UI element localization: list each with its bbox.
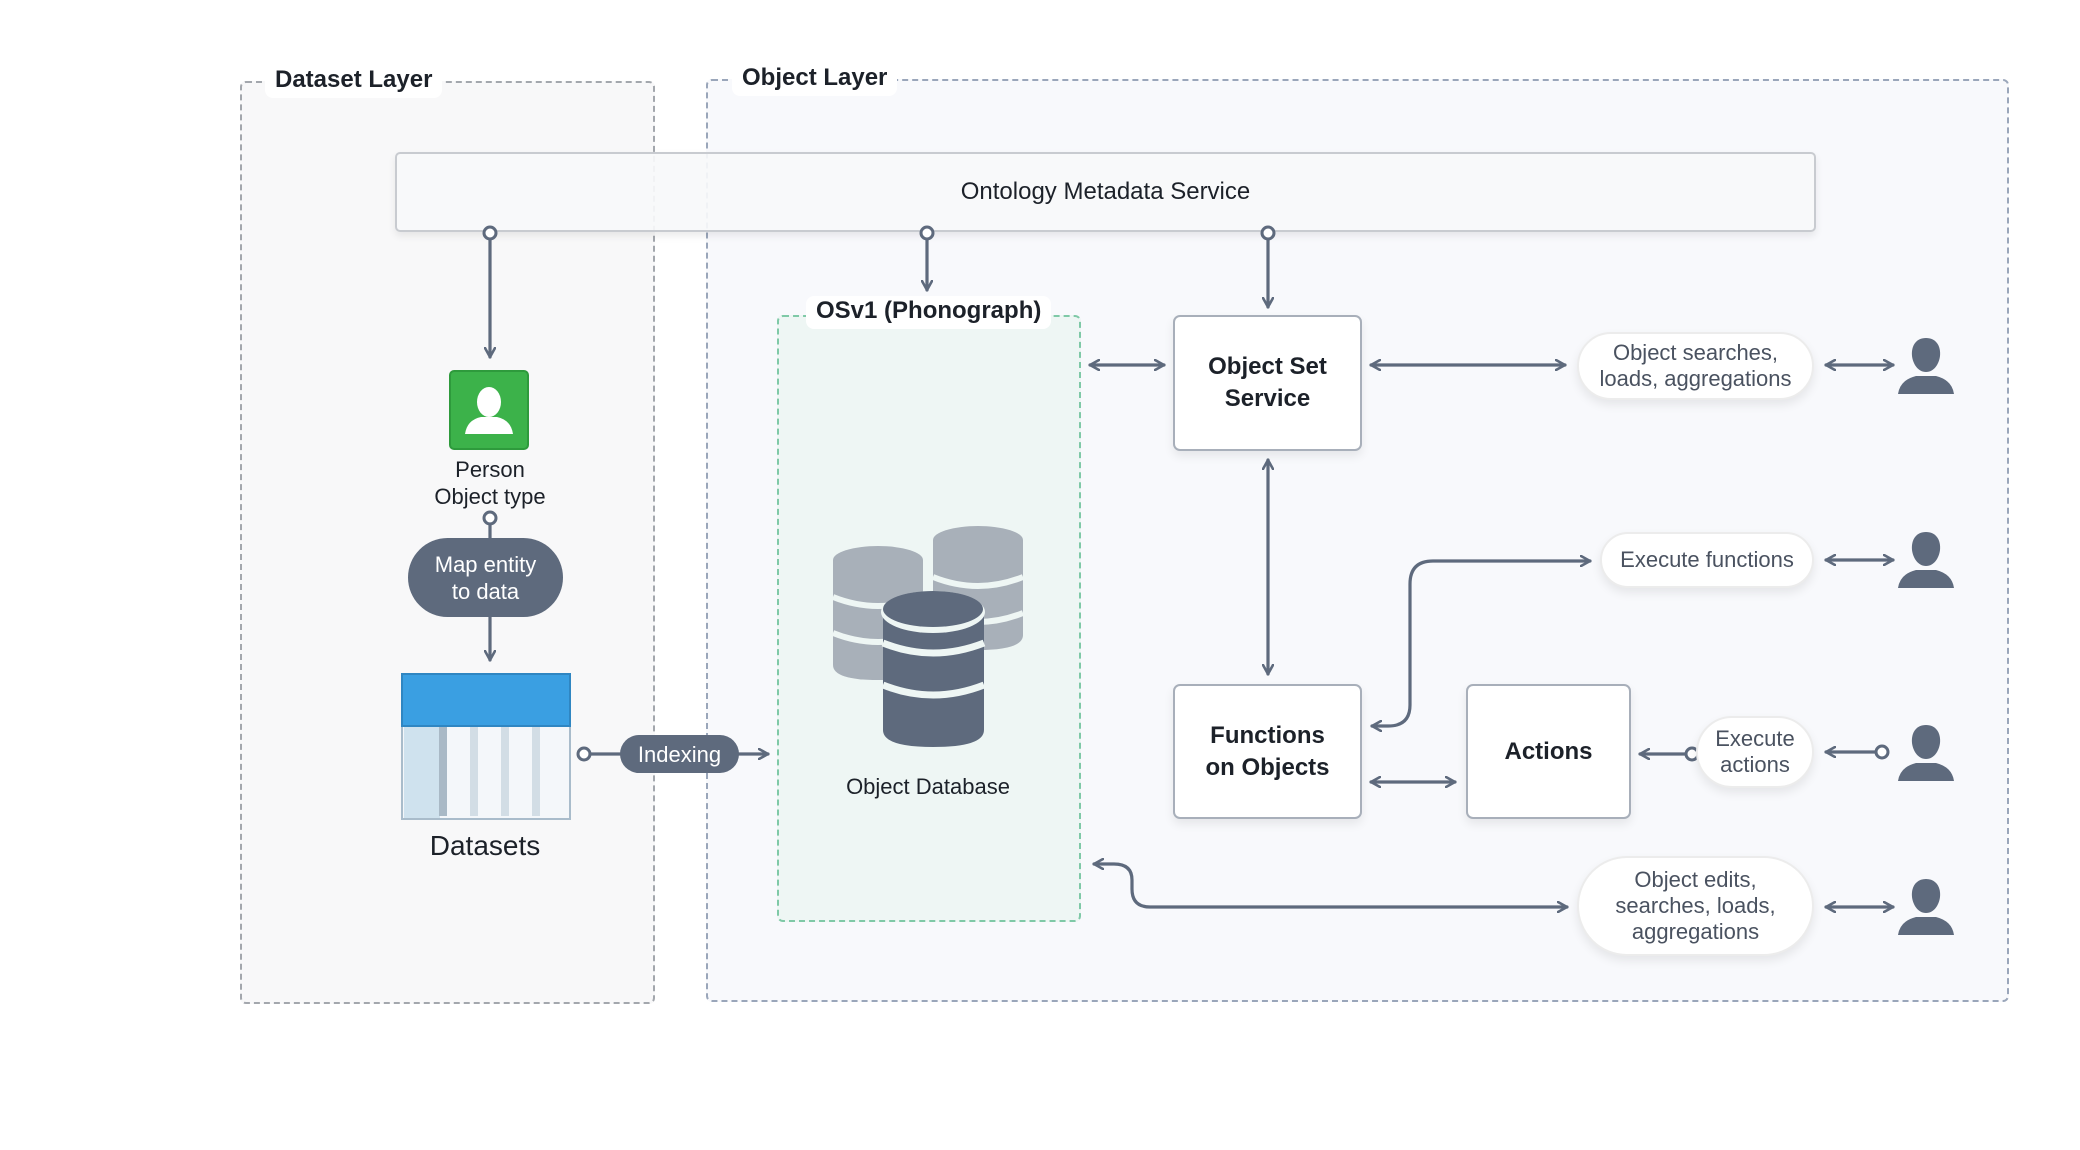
pill-line: Object searches, xyxy=(1612,340,1779,365)
pill-line: actions xyxy=(1720,752,1790,777)
user-operation-pill-searches[interactable]: Object searches, loads, aggregations xyxy=(1577,332,1814,400)
connector-origin-dot xyxy=(1260,225,1276,241)
pill-line: Execute functions xyxy=(1620,547,1794,572)
connector-origin-dot xyxy=(576,746,592,762)
user-operation-pill-execute-functions[interactable]: Execute functions xyxy=(1600,532,1814,588)
object-database-label: Object Database xyxy=(846,774,1010,799)
user-icon xyxy=(1898,879,1954,935)
map-entity-line1: Map entity xyxy=(434,551,537,577)
map-entity-pill[interactable]: Map entity to data xyxy=(408,538,563,617)
user-operation-pill-object-edits[interactable]: Object edits, searches, loads, aggregati… xyxy=(1577,856,1814,956)
connector-origin-dot xyxy=(482,510,498,526)
functions-on-objects-line1: Functions xyxy=(1210,721,1325,749)
connector-origin-dot xyxy=(919,225,935,241)
pill-line: Execute xyxy=(1715,726,1795,751)
person-object-type-line2: Object type xyxy=(434,484,546,509)
functions-on-objects-line2: on Objects xyxy=(1205,753,1330,781)
pill-line: aggregations xyxy=(1631,919,1760,944)
database-icon xyxy=(831,526,1025,747)
connector-origin-dot xyxy=(482,225,498,241)
datasets-label: Datasets xyxy=(429,830,541,861)
map-entity-line2: to data xyxy=(451,578,520,604)
pill-line: searches, loads, xyxy=(1615,893,1776,918)
person-object-type-icon[interactable] xyxy=(449,370,529,450)
person-icon xyxy=(465,387,513,434)
object-set-service-box[interactable]: Object Set Service xyxy=(1173,315,1362,451)
person-object-type-caption: Person Object type xyxy=(410,456,570,510)
object-set-service-line1: Object Set xyxy=(1208,353,1327,380)
functions-on-objects-box[interactable]: Functions on Objects xyxy=(1173,684,1362,819)
user-icon xyxy=(1898,338,1954,394)
pill-line: Object edits, xyxy=(1634,867,1757,892)
user-icon xyxy=(1898,725,1954,781)
connector-object-edits xyxy=(1092,864,1569,907)
user-icon xyxy=(1898,532,1954,588)
person-object-type-line1: Person xyxy=(455,457,525,482)
connector-origin-dot xyxy=(1874,744,1890,760)
user-operation-pill-execute-actions[interactable]: Execute actions xyxy=(1696,716,1814,788)
object-database-icon[interactable] xyxy=(828,525,1028,750)
datasets-icon[interactable] xyxy=(401,673,571,820)
actions-box[interactable]: Actions xyxy=(1466,684,1631,819)
indexing-pill[interactable]: Indexing xyxy=(620,735,739,773)
table-icon xyxy=(401,673,571,820)
pill-line: loads, aggregations xyxy=(1599,366,1792,391)
object-set-service-line2: Service xyxy=(1224,385,1311,412)
actions-label: Actions xyxy=(1504,737,1593,765)
